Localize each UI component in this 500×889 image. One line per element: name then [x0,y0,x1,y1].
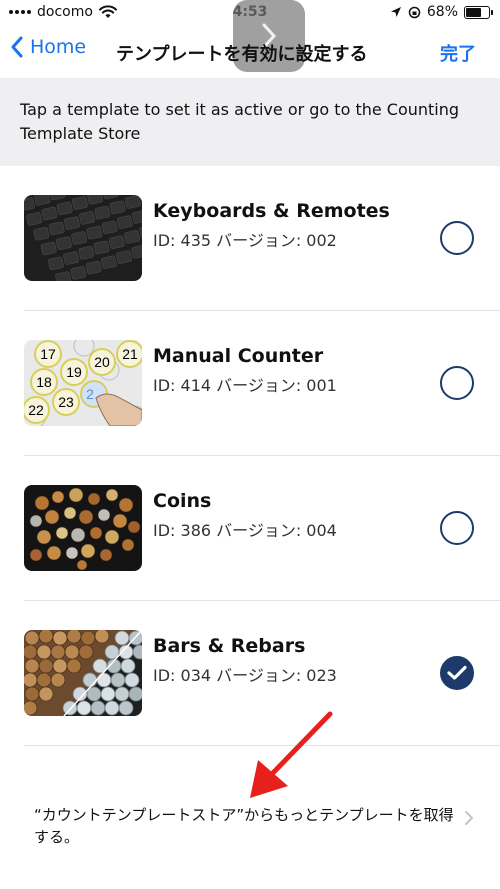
template-meta: ID: 414 バージョン: 001 [153,376,337,395]
template-name: Keyboards & Remotes [153,200,390,222]
counter-number: 2 [86,386,94,402]
done-button[interactable]: 完了 [440,40,476,66]
navigation-bar: Home テンプレートを有効に設定する 完了 [0,26,500,78]
counter-number: 17 [40,346,56,362]
back-button[interactable]: Home [10,36,86,58]
checkmark-icon [447,665,467,680]
counter-number: 21 [122,346,138,362]
info-banner: Tap a template to set it as active or go… [0,78,500,166]
template-meta: ID: 034 バージョン: 023 [153,666,337,685]
template-name: Bars & Rebars [153,635,306,657]
bars-rebars-thumbnail [24,630,142,716]
template-row-coins[interactable]: Coins ID: 386 バージョン: 004 [24,456,500,601]
coins-thumbnail [24,485,142,571]
counter-number: 23 [58,394,74,410]
template-meta: ID: 435 バージョン: 002 [153,231,337,250]
radio-button[interactable] [440,511,474,545]
template-row-manual-counter[interactable]: 17 20 21 18 19 22 23 2 Manual Counter ID… [24,311,500,456]
battery-icon [464,5,493,19]
chevron-right-icon [465,811,473,825]
manual-counter-thumbnail: 17 20 21 18 19 22 23 2 [24,340,142,426]
counter-number: 20 [94,354,110,370]
template-list: Keyboards & Remotes ID: 435 バージョン: 002 1… [0,166,500,746]
back-label: Home [30,36,87,58]
chevron-left-icon [11,36,23,58]
rotation-lock-icon [408,6,421,18]
battery-level [466,7,481,17]
template-meta: ID: 386 バージョン: 004 [153,521,337,540]
counter-number: 22 [28,402,44,418]
radio-button-selected[interactable] [440,656,474,690]
location-icon [390,7,401,17]
template-row-keyboards[interactable]: Keyboards & Remotes ID: 435 バージョン: 002 [24,166,500,311]
status-right: 68% [390,4,493,20]
radio-button[interactable] [440,366,474,400]
page-title: テンプレートを有効に設定する [116,44,368,65]
keyboard-thumbnail [24,195,142,281]
counter-number: 18 [36,374,52,390]
counter-number: 19 [66,364,82,380]
template-name: Manual Counter [153,345,324,367]
radio-button[interactable] [440,221,474,255]
store-link-text: “カウントテンプレートストア”からもっとテンプレートを取得する。 [34,806,454,846]
battery-percent: 68% [426,4,458,20]
annotation-arrow-icon [250,711,333,798]
template-name: Coins [153,490,212,512]
